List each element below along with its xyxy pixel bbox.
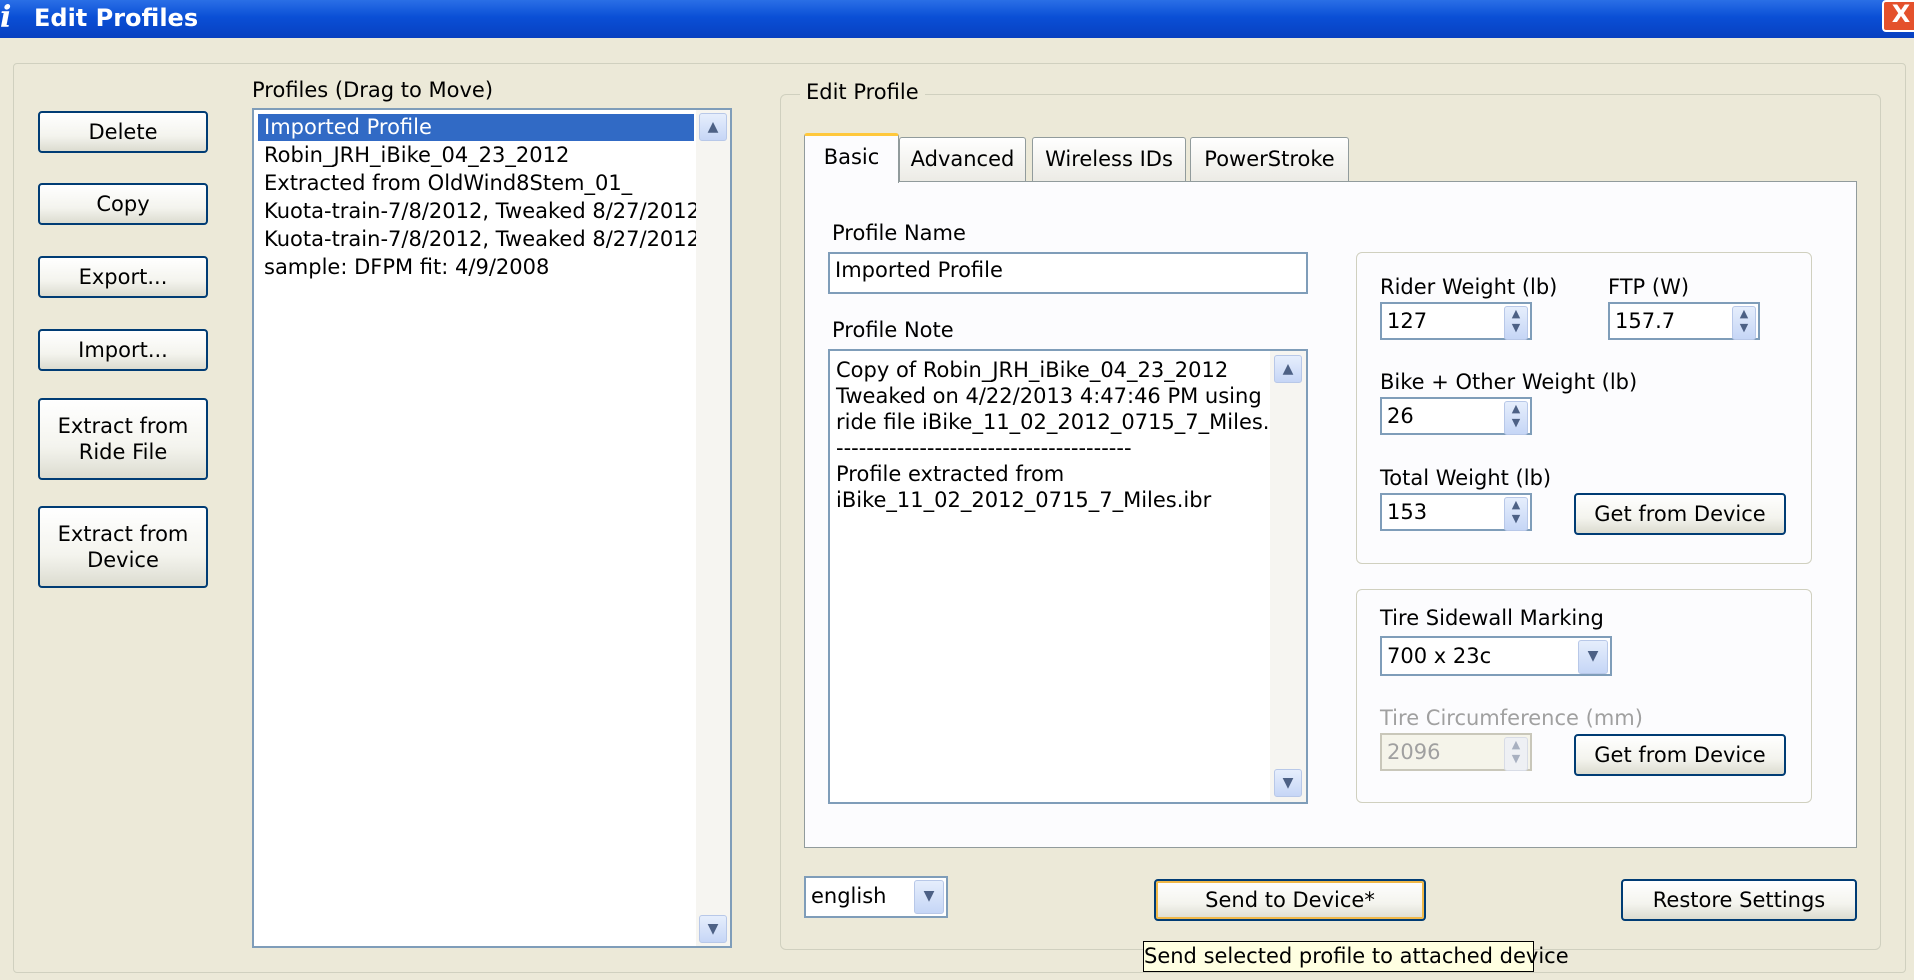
get-weight-from-device-button[interactable]: Get from Device (1574, 493, 1786, 535)
tire-marking-select[interactable]: 700 x 23c ▼ (1380, 636, 1612, 676)
list-item[interactable]: Extracted from OldWind8Stem_01_ (264, 170, 632, 197)
list-item[interactable]: Robin_JRH_iBike_04_23_2012 (264, 142, 569, 169)
language-value[interactable]: english (811, 881, 886, 911)
spin-arrows-icon[interactable]: ▲ ▼ (1504, 497, 1528, 531)
list-item[interactable]: Kuota-train-7/8/2012, Tweaked 8/27/2012 (264, 226, 700, 253)
total-weight-value[interactable]: 153 (1387, 498, 1427, 526)
rider-weight-value[interactable]: 127 (1387, 307, 1427, 335)
profile-name-label: Profile Name (832, 221, 966, 245)
total-weight-label: Total Weight (lb) (1380, 466, 1552, 490)
window-title: Edit Profiles (34, 4, 199, 32)
chevron-down-icon[interactable]: ▼ (1578, 640, 1608, 674)
bike-weight-spinner[interactable]: 26 ▲ ▼ (1380, 397, 1532, 435)
spin-arrows-icon[interactable]: ▲ ▼ (1504, 306, 1528, 340)
profiles-scrollbar[interactable]: ▲ ▼ (696, 110, 730, 946)
list-item[interactable]: sample: DFPM fit: 4/9/2008 (264, 254, 549, 281)
bike-weight-label: Bike + Other Weight (lb) (1380, 370, 1638, 394)
scroll-up-icon[interactable]: ▲ (1274, 355, 1302, 383)
tab-basic[interactable]: Basic (804, 133, 899, 183)
scroll-down-icon[interactable]: ▼ (1274, 769, 1302, 797)
spin-arrows-icon[interactable]: ▲ ▼ (1732, 306, 1756, 340)
profiles-label: Profiles (Drag to Move) (252, 78, 494, 102)
bike-weight-value[interactable]: 26 (1387, 402, 1414, 430)
close-button[interactable]: X (1882, 0, 1914, 32)
tire-circumference-spinner: 2096 ▲ ▼ (1380, 733, 1532, 771)
extract-from-ride-file-button[interactable]: Extract from Ride File (38, 398, 208, 480)
send-to-device-button[interactable]: Send to Device* (1154, 879, 1426, 921)
title-bar: i Edit Profiles X (0, 0, 1914, 38)
ftp-label: FTP (W) (1608, 275, 1690, 299)
rider-weight-spinner[interactable]: 127 ▲ ▼ (1380, 302, 1532, 340)
export-button[interactable]: Export... (38, 256, 208, 298)
spin-arrows-icon: ▲ ▼ (1504, 737, 1528, 771)
tire-circumference-value: 2096 (1387, 740, 1441, 764)
list-item[interactable]: Imported Profile (258, 114, 694, 141)
tab-wireless-ids[interactable]: Wireless IDs (1032, 137, 1186, 181)
tab-advanced[interactable]: Advanced (899, 137, 1026, 181)
send-tooltip: Send selected profile to attached device (1143, 941, 1569, 972)
tire-circumference-label: Tire Circumference (mm) (1380, 706, 1643, 730)
get-tire-from-device-button[interactable]: Get from Device (1574, 734, 1786, 776)
profile-note-text[interactable]: Copy of Robin_JRH_iBike_04_23_2012 Tweak… (836, 357, 1297, 513)
tire-marking-label: Tire Sidewall Marking (1380, 606, 1604, 630)
tire-marking-value[interactable]: 700 x 23c (1387, 641, 1491, 671)
edit-profile-label: Edit Profile (800, 80, 925, 104)
app-icon: i (0, 0, 12, 35)
rider-weight-label: Rider Weight (lb) (1380, 275, 1558, 299)
chevron-down-icon[interactable]: ▼ (914, 880, 944, 914)
delete-button[interactable]: Delete (38, 111, 208, 153)
ftp-value[interactable]: 157.7 (1615, 307, 1675, 335)
profile-name-field[interactable]: Imported Profile (828, 252, 1308, 294)
list-item[interactable]: Kuota-train-7/8/2012, Tweaked 8/27/2012 (264, 198, 700, 225)
spin-arrows-icon[interactable]: ▲ ▼ (1504, 401, 1528, 435)
tab-powerstroke[interactable]: PowerStroke (1190, 137, 1349, 181)
total-weight-spinner[interactable]: 153 ▲ ▼ (1380, 493, 1532, 531)
extract-from-device-button[interactable]: Extract from Device (38, 506, 208, 588)
scroll-down-icon[interactable]: ▼ (699, 915, 727, 943)
import-button[interactable]: Import... (38, 329, 208, 371)
note-scrollbar[interactable]: ▲ ▼ (1270, 351, 1306, 802)
language-select[interactable]: english ▼ (804, 876, 948, 918)
profile-note-field[interactable]: Copy of Robin_JRH_iBike_04_23_2012 Tweak… (828, 349, 1308, 804)
profiles-list[interactable]: Imported Profile Robin_JRH_iBike_04_23_2… (252, 108, 732, 948)
scroll-up-icon[interactable]: ▲ (699, 113, 727, 141)
restore-settings-button[interactable]: Restore Settings (1621, 879, 1857, 921)
profile-note-label: Profile Note (832, 318, 954, 342)
copy-button[interactable]: Copy (38, 183, 208, 225)
ftp-spinner[interactable]: 157.7 ▲ ▼ (1608, 302, 1760, 340)
